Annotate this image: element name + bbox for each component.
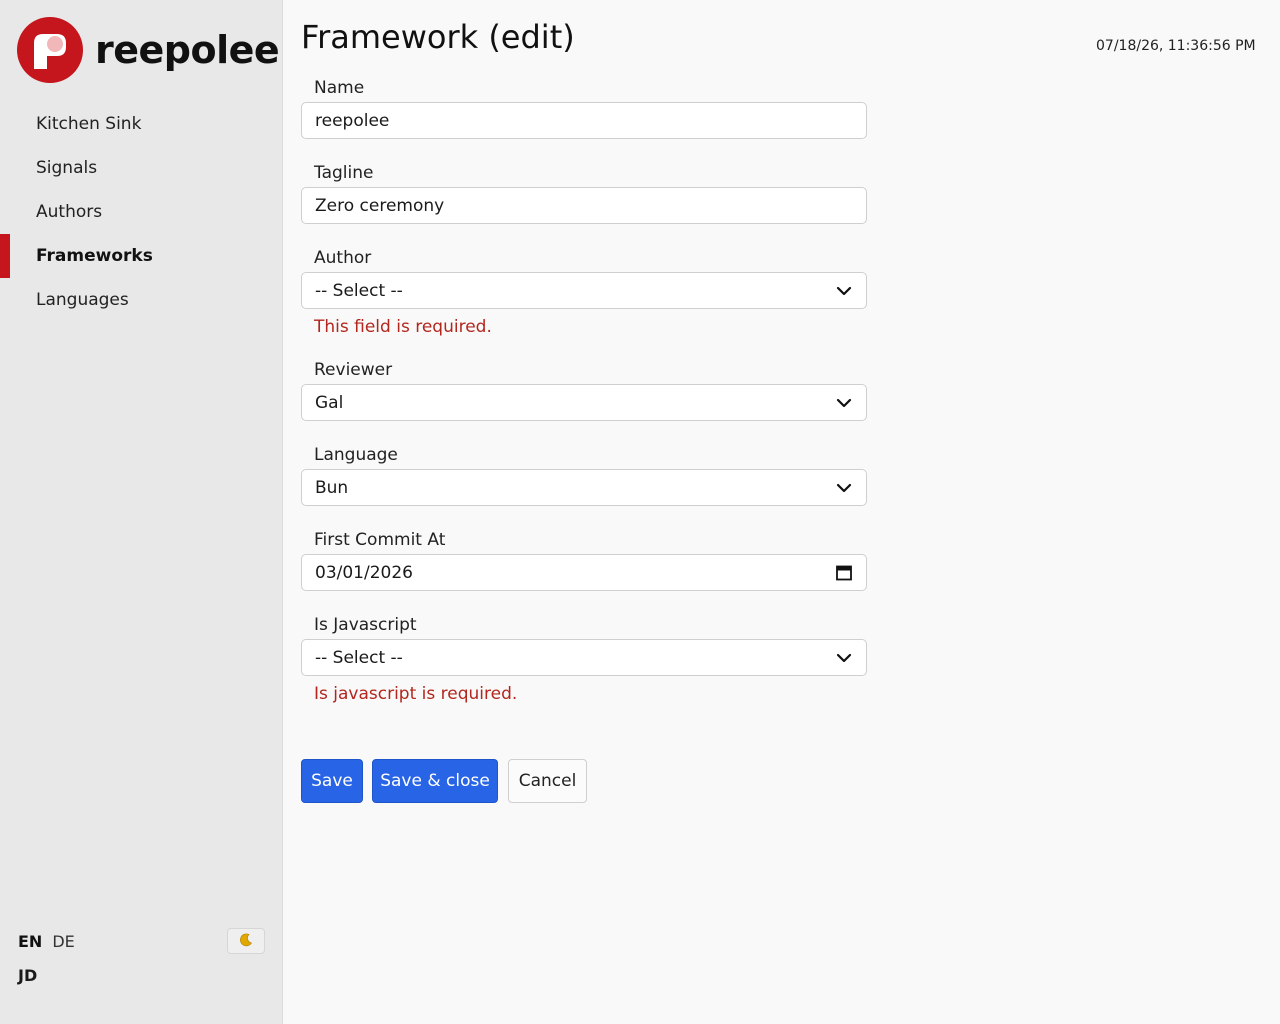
sidebar-item-label: Authors xyxy=(36,202,103,222)
sidebar-item-kitchen-sink[interactable]: Kitchen Sink xyxy=(0,102,283,146)
sidebar-item-frameworks[interactable]: Frameworks xyxy=(0,234,283,278)
cancel-button[interactable]: Cancel xyxy=(508,759,587,803)
tagline-label: Tagline xyxy=(314,163,374,183)
sidebar-item-label: Signals xyxy=(36,158,98,178)
chevron-down-icon xyxy=(836,286,852,296)
is-javascript-label: Is Javascript xyxy=(314,615,417,635)
is-javascript-select[interactable]: -- Select -- xyxy=(301,639,867,676)
reviewer-select[interactable]: Gal xyxy=(301,384,867,421)
author-value: -- Select -- xyxy=(315,280,403,301)
save-and-close-button[interactable]: Save & close xyxy=(372,759,498,803)
sidebar: reepolee Kitchen Sink Signals Authors Fr… xyxy=(0,0,283,1024)
name-input[interactable]: reepolee xyxy=(301,102,867,139)
tagline-input[interactable]: Zero ceremony xyxy=(301,187,867,224)
is-javascript-error: Is javascript is required. xyxy=(314,684,518,704)
reviewer-value: Gal xyxy=(315,392,344,413)
language-switcher: EN DE xyxy=(18,928,265,954)
language-de[interactable]: DE xyxy=(52,932,74,951)
first-commit-at-date-input[interactable]: 03/01/2026 xyxy=(301,554,867,591)
first-commit-at-label: First Commit At xyxy=(314,530,446,550)
author-label: Author xyxy=(314,248,372,268)
sidebar-item-authors[interactable]: Authors xyxy=(0,190,283,234)
language-en[interactable]: EN xyxy=(18,932,42,951)
tagline-field-group: Tagline Zero ceremony xyxy=(301,162,867,224)
tagline-value: Zero ceremony xyxy=(315,195,445,216)
sidebar-item-languages[interactable]: Languages xyxy=(0,278,283,322)
author-field-group: Author -- Select -- This field is requir… xyxy=(301,247,867,337)
theme-toggle-button[interactable] xyxy=(227,928,265,954)
first-commit-at-field-group: First Commit At 03/01/2026 xyxy=(301,529,867,591)
chevron-down-icon xyxy=(836,398,852,408)
name-value: reepolee xyxy=(315,110,390,131)
language-label: Language xyxy=(314,445,398,465)
chevron-down-icon xyxy=(836,653,852,663)
brand-logo[interactable]: reepolee xyxy=(17,17,280,83)
author-select[interactable]: -- Select -- xyxy=(301,272,867,309)
language-value: Bun xyxy=(315,477,349,498)
moon-icon xyxy=(238,932,254,951)
sidebar-item-label: Kitchen Sink xyxy=(36,114,142,134)
language-select[interactable]: Bun xyxy=(301,469,867,506)
is-javascript-value: -- Select -- xyxy=(315,647,403,668)
user-initials[interactable]: JD xyxy=(18,966,265,985)
calendar-icon[interactable] xyxy=(836,564,852,581)
sidebar-item-signals[interactable]: Signals xyxy=(0,146,283,190)
reviewer-label: Reviewer xyxy=(314,360,393,380)
save-button[interactable]: Save xyxy=(301,759,363,803)
sidebar-item-label: Languages xyxy=(36,290,129,310)
timestamp: 07/18/26, 11:36:56 PM xyxy=(1096,38,1256,54)
chevron-down-icon xyxy=(836,483,852,493)
name-label: Name xyxy=(314,78,365,98)
first-commit-at-value: 03/01/2026 xyxy=(315,562,413,583)
sidebar-footer: EN DE JD xyxy=(18,928,265,985)
author-error: This field is required. xyxy=(314,317,492,337)
sidebar-nav: Kitchen Sink Signals Authors Frameworks … xyxy=(0,102,283,322)
name-field-group: Name reepolee xyxy=(301,77,867,139)
sidebar-item-label: Frameworks xyxy=(36,246,153,266)
form-actions: Save Save & close Cancel xyxy=(301,759,587,803)
brand-name: reepolee xyxy=(95,28,280,72)
reepolee-logo-icon xyxy=(17,17,83,83)
reviewer-field-group: Reviewer Gal xyxy=(301,359,867,421)
page-title: Framework (edit) xyxy=(301,18,575,56)
language-field-group: Language Bun xyxy=(301,444,867,506)
is-javascript-field-group: Is Javascript -- Select -- Is javascript… xyxy=(301,614,867,704)
